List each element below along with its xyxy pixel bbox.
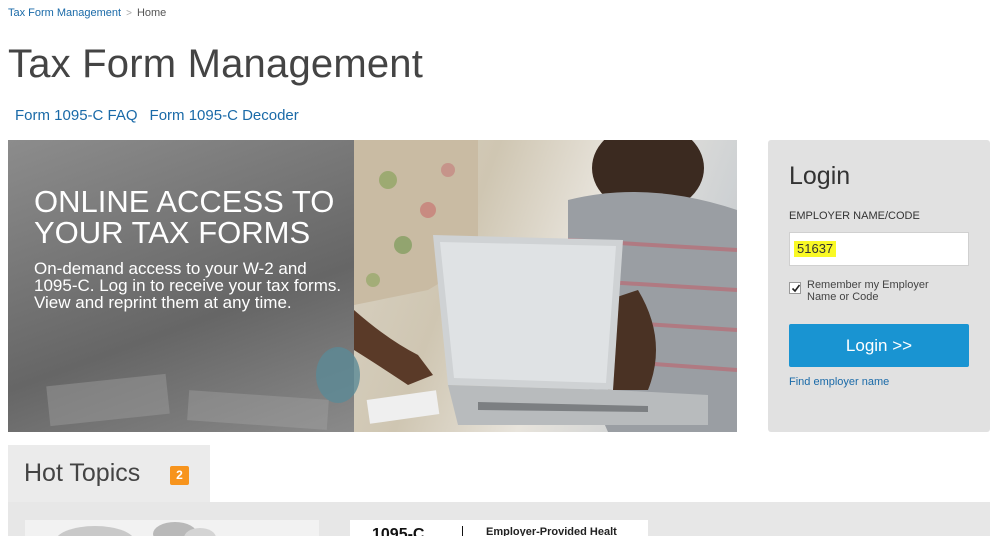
remember-label: Remember my Employer Name or Code: [807, 279, 929, 303]
hero-headline: ONLINE ACCESS TO YOUR TAX FORMS: [34, 184, 335, 250]
decoder-link[interactable]: Form 1095-C Decoder: [150, 107, 299, 124]
find-employer-link[interactable]: Find employer name: [789, 376, 889, 388]
checkmark-icon: [791, 284, 801, 293]
breadcrumb-root-link[interactable]: Tax Form Management: [8, 7, 121, 19]
hot-topics-title: Hot Topics: [24, 459, 141, 487]
topic-card-title: Employer-Provided Healt: [486, 526, 617, 536]
breadcrumb-current: Home: [136, 7, 167, 19]
login-title: Login: [789, 162, 851, 190]
hot-topics-count-badge: 2: [170, 466, 189, 485]
remember-checkbox[interactable]: [789, 282, 801, 294]
hero-banner: ONLINE ACCESS TO YOUR TAX FORMS On-deman…: [8, 140, 737, 432]
hero-description: On-demand access to your W-2 and 1095-C.…: [34, 259, 342, 312]
employer-field-label: EMPLOYER NAME/CODE: [789, 210, 920, 222]
sub-navigation: Form 1095-C FAQ Form 1095-C Decoder: [15, 107, 299, 124]
login-panel: Login EMPLOYER NAME/CODE 51637 Remember …: [768, 140, 990, 432]
employer-code-input[interactable]: 51637: [789, 232, 969, 266]
topic-card-divider: [462, 526, 463, 536]
topic-card-form-label: 1095-C: [372, 526, 425, 536]
breadcrumb: Tax Form Management > Home: [8, 7, 166, 19]
remember-employer: Remember my Employer Name or Code: [789, 279, 947, 303]
hero-text: ONLINE ACCESS TO YOUR TAX FORMS On-deman…: [34, 186, 344, 311]
faq-link[interactable]: Form 1095-C FAQ: [15, 107, 138, 124]
login-button[interactable]: Login >>: [789, 324, 969, 367]
breadcrumb-separator: >: [126, 7, 132, 19]
topic-card-1095c[interactable]: 1095-C Employer-Provided Healt: [350, 520, 648, 536]
employer-code-value: 51637: [794, 241, 837, 257]
topic-card-image[interactable]: [25, 520, 319, 536]
topic-card-photo: [57, 522, 216, 536]
page-title: Tax Form Management: [8, 42, 424, 86]
